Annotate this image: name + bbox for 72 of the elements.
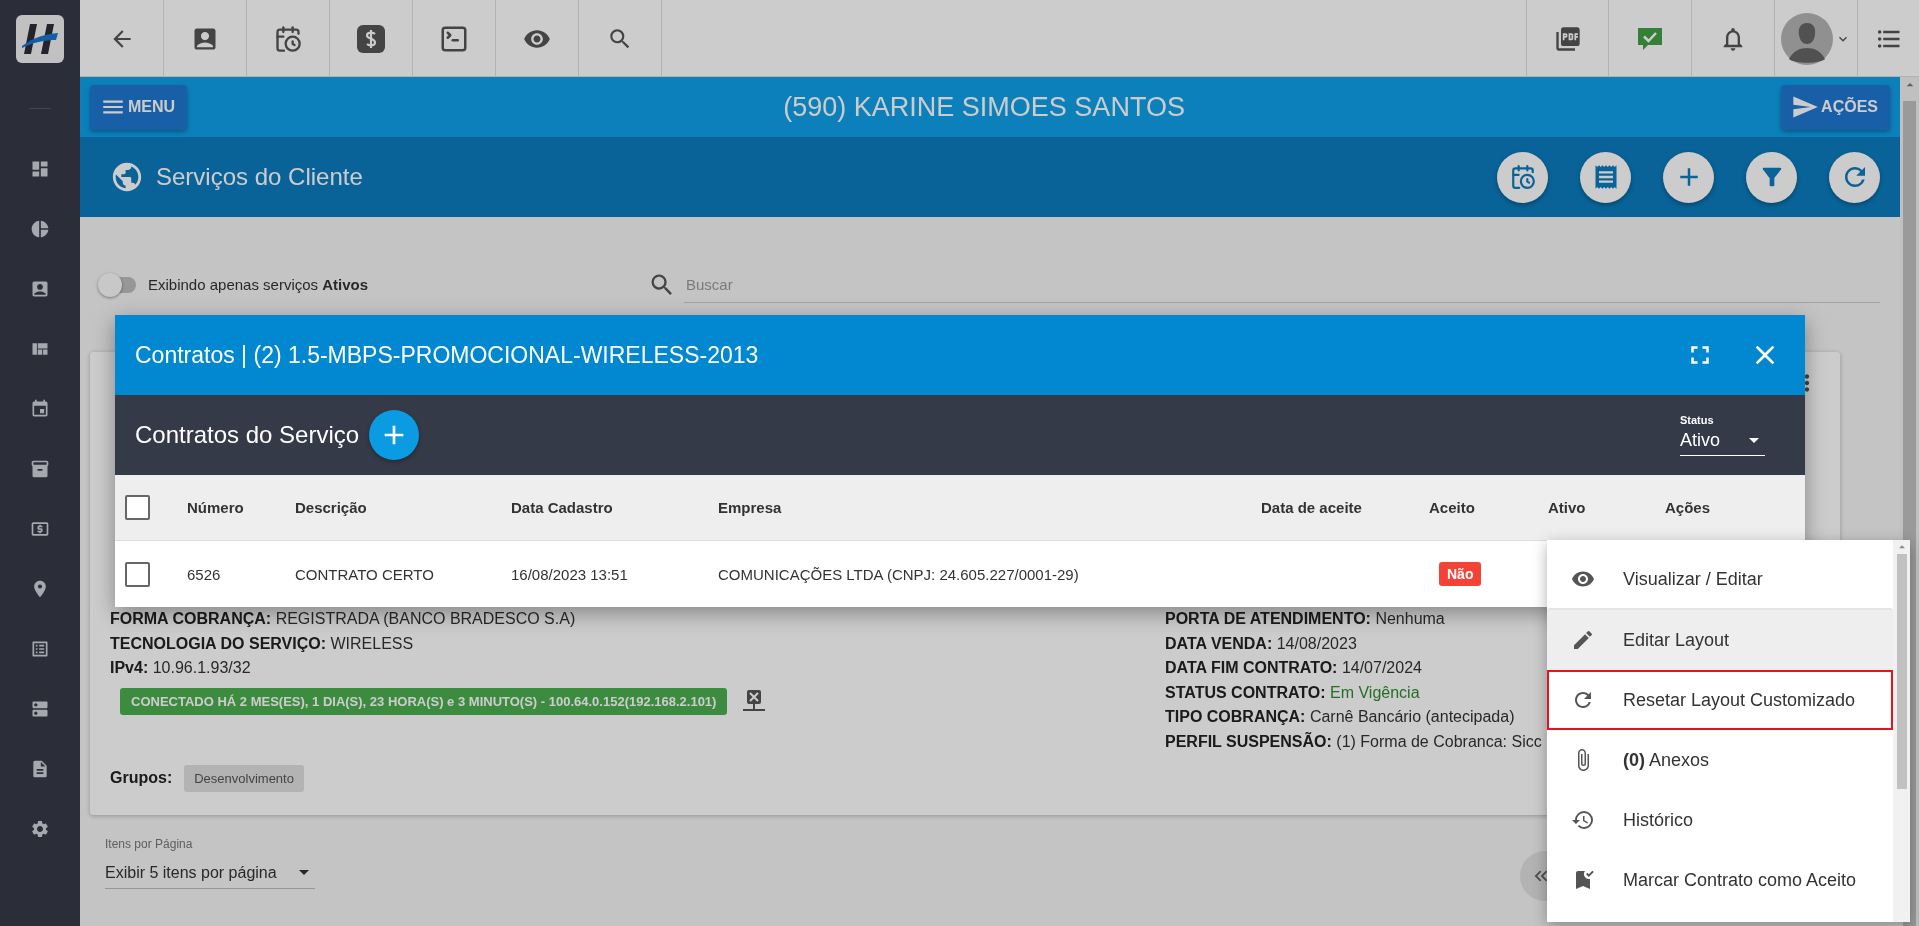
dropdown-caret-icon — [299, 870, 309, 875]
row-checkbox[interactable] — [125, 561, 150, 587]
page-size-label: Itens por Página — [105, 837, 194, 851]
pie-chart-icon[interactable] — [30, 219, 50, 239]
groups-label: Grupos: — [110, 769, 173, 787]
column-header[interactable]: Data de aceite — [1261, 499, 1429, 516]
menu-item[interactable]: Editar Layout — [1547, 610, 1893, 670]
column-header[interactable]: Descrição — [295, 499, 511, 516]
document-icon[interactable] — [30, 759, 50, 779]
actions-button[interactable]: AÇÕES — [1781, 84, 1890, 130]
select-all-checkbox[interactable] — [125, 495, 150, 520]
column-header[interactable]: Ativo — [1548, 499, 1665, 516]
schedule-button[interactable] — [1497, 151, 1548, 203]
dialog-subtitle: Contratos do Serviço — [135, 421, 360, 449]
calendar-icon[interactable] — [30, 399, 50, 419]
table-cell-text: CONTRATO CERTO — [295, 565, 435, 583]
service-field: TECNOLOGIA DO SERVIÇO: WIRELESS — [110, 634, 1165, 659]
menu-item[interactable]: Visualizar / Editar — [1547, 548, 1893, 610]
service-field: TIPO COBRANÇA: Carnê Bancário (antecipada) — [1165, 708, 1542, 733]
group-tag: Desenvolvimento — [184, 764, 304, 792]
pdf-icon[interactable] — [1553, 24, 1582, 53]
history-icon — [1571, 808, 1595, 832]
client-title: (590) KARINE SIMOES SANTOS — [783, 91, 1185, 123]
column-header[interactable]: Data Cadastro — [511, 499, 718, 516]
dashboard-icon[interactable] — [30, 159, 50, 179]
add-contract-button[interactable] — [369, 410, 420, 460]
column-header[interactable]: Número — [187, 499, 295, 516]
table-cell-text: COMUNICAÇÕES LTDA (CNPJ: 24.605.227/0001-29) — [718, 565, 1080, 583]
dropdown-caret-icon — [1749, 438, 1759, 443]
column-header[interactable]: Aceito — [1429, 499, 1548, 516]
receipt-button[interactable] — [1580, 151, 1631, 203]
search-field[interactable]: Buscar — [684, 266, 1880, 303]
refresh-button[interactable] — [1829, 151, 1880, 203]
globe-icon — [110, 160, 144, 194]
scrollbar-thumb[interactable] — [1896, 554, 1907, 789]
toggle-label: Exibindo apenas serviços Ativos — [148, 276, 369, 293]
connection-status: CONECTADO HÁ 2 MES(ES), 1 DIA(S), 23 HORA(S) e 3 MINUTO(S) - 100.64.0.152(192.168.2.101) — [120, 687, 728, 715]
service-field: DATA VENDA: 14/08/2023 — [1165, 634, 1542, 659]
service-field: IPv4: 10.96.1.93/32 — [110, 659, 1165, 684]
add-button[interactable] — [1663, 151, 1714, 203]
dollar-icon[interactable] — [356, 23, 386, 54]
calendar-clock-icon — [1509, 164, 1536, 190]
box-icon[interactable] — [30, 459, 50, 479]
section-title: Serviços do Cliente — [156, 163, 364, 191]
service-field: PERFIL SUSPENSÃO: (1) Forma de Cobranca: Sicc — [1165, 732, 1542, 757]
status-select[interactable]: Ativo — [1680, 430, 1765, 456]
table-cell-text: 16/08/2023 13:51 — [511, 565, 629, 583]
contact-card-icon[interactable] — [30, 279, 50, 299]
status-label: Status — [1680, 414, 1715, 426]
avatar[interactable] — [1781, 12, 1833, 65]
money-icon[interactable] — [30, 519, 50, 539]
menu-scrollbar[interactable] — [1893, 540, 1910, 922]
server-icon[interactable] — [30, 699, 50, 719]
table-cell-text: 6526 — [187, 565, 222, 583]
page-size-select[interactable]: Exibir 5 itens por página — [105, 857, 315, 889]
menu-item[interactable]: Resetar Layout Customizado — [1547, 670, 1893, 730]
service-field: STATUS CONTRATO: Em Vigência — [1165, 683, 1542, 708]
service-field: PORTA DE ATENDIMENTO: Nenhuma — [1165, 610, 1542, 635]
edit-icon — [1571, 628, 1595, 652]
settings-icon[interactable] — [30, 819, 50, 839]
column-header[interactable]: Empresa — [718, 499, 1261, 516]
dialog-title: Contratos | (2) 1.5-MBPS-PROMOCIONAL-WIRELESS-2013 — [135, 341, 760, 369]
calendar-clock-icon[interactable] — [274, 24, 302, 53]
app-logo — [16, 14, 64, 63]
service-field: FORMA COBRANÇA: REGISTRADA (BANCO BRADESCO S.A) — [110, 610, 1165, 635]
column-header[interactable]: Ações — [1665, 499, 1805, 516]
filter-button[interactable] — [1746, 151, 1797, 203]
list-icon[interactable] — [30, 639, 50, 659]
accepted-status: Não — [1439, 562, 1482, 586]
network-disconnect-icon[interactable] — [741, 688, 768, 714]
service-field: DATA FIM CONTRATO: 14/07/2024 — [1165, 659, 1542, 684]
menu-button[interactable]: MENU — [90, 84, 188, 130]
